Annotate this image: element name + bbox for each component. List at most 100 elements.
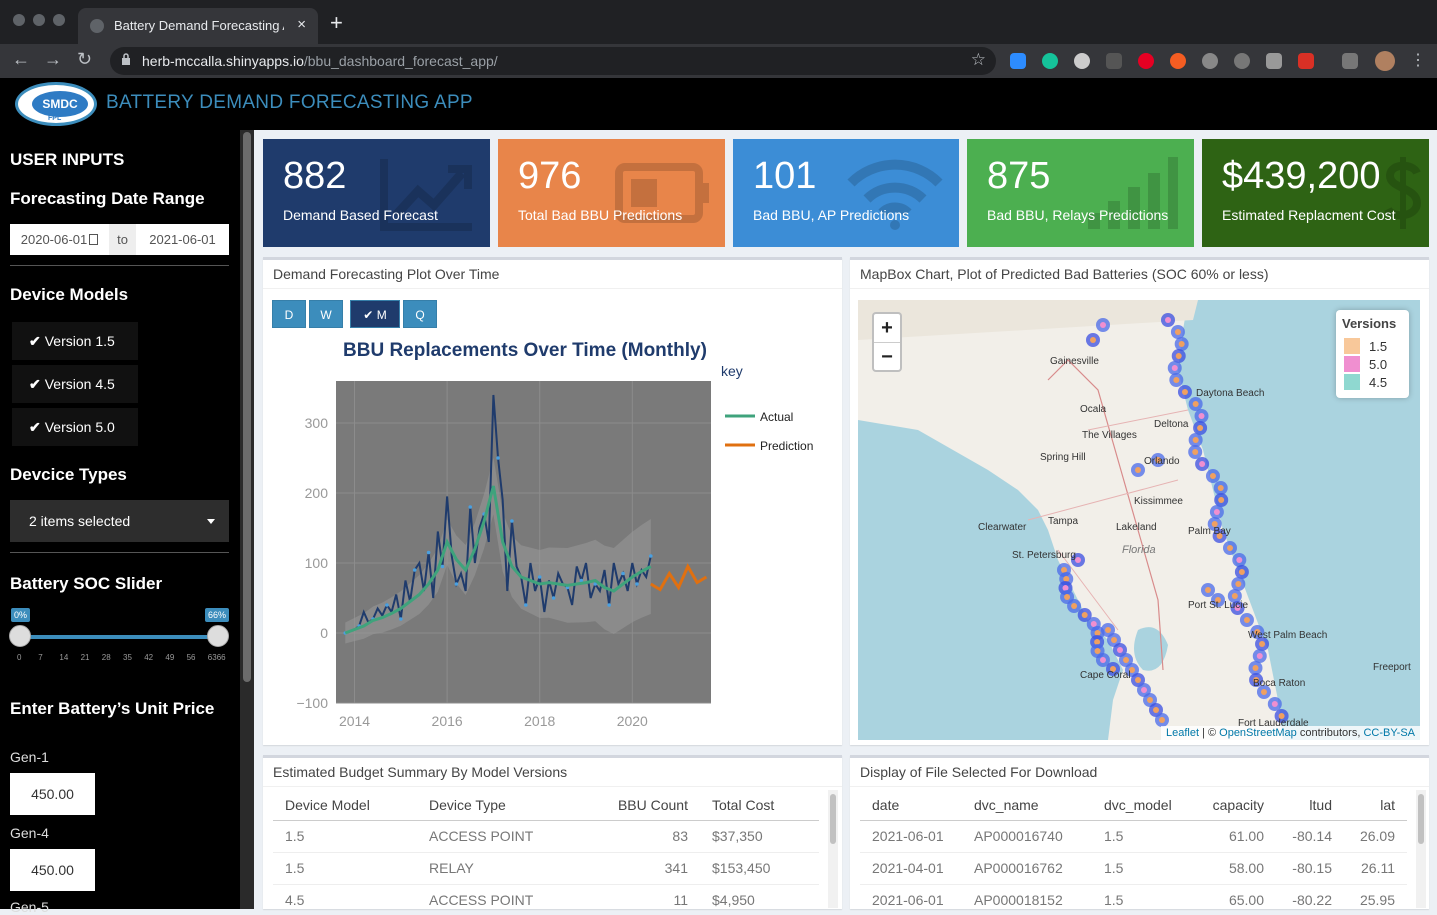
- gen1-price-input[interactable]: 450.00: [10, 773, 95, 815]
- chart-title: BBU Replacements Over Time (Monthly): [343, 340, 707, 361]
- profile-avatar[interactable]: [1375, 51, 1395, 71]
- battery-marker-core: [1199, 461, 1206, 467]
- battery-marker-core: [1071, 603, 1078, 609]
- table-cell: 2021-06-01: [860, 884, 962, 909]
- soc-slider-fill: [20, 635, 218, 639]
- raw-point: [440, 564, 445, 569]
- target-extension-icon[interactable]: [1234, 53, 1250, 69]
- city-label: Deltona: [1154, 419, 1189, 430]
- city-label: Ocala: [1080, 404, 1107, 415]
- forward-arrow-icon[interactable]: →: [44, 49, 62, 70]
- calendar-extension-icon[interactable]: [1298, 53, 1314, 69]
- checkmark-icon: ✔: [29, 419, 41, 435]
- circle-extension-icon[interactable]: [1074, 53, 1090, 69]
- new-tab-button[interactable]: +: [330, 10, 343, 36]
- table-row[interactable]: 4.5 ACCESS POINT 11 $4,950: [273, 884, 819, 909]
- column-header[interactable]: BBU Count: [592, 790, 700, 821]
- column-header[interactable]: date: [860, 790, 962, 821]
- model-version-1-5-toggle[interactable]: ✔ Version 1.5: [12, 322, 138, 360]
- date-start-input[interactable]: 2020-06-01: [10, 224, 109, 255]
- table-row[interactable]: 1.5 RELAY 341 $153,450: [273, 852, 819, 885]
- table-row[interactable]: 2021-06-01 AP000018152 1.5 65.00 -80.22 25.95: [860, 884, 1407, 909]
- divider: [10, 552, 229, 553]
- leaflet-link[interactable]: Leaflet: [1166, 727, 1199, 739]
- model-version-5-0-toggle[interactable]: ✔ Version 5.0: [12, 408, 138, 446]
- calendar-icon: [89, 234, 99, 245]
- panel-title: Demand Forecasting Plot Over Time: [273, 266, 500, 282]
- gen4-price-input[interactable]: 450.00: [10, 849, 95, 891]
- range-button-day[interactable]: D: [272, 300, 306, 328]
- battery-marker-core: [1209, 473, 1216, 479]
- window-close-button[interactable]: [13, 14, 25, 26]
- forecast-panel: Demand Forecasting Plot Over Time D W ✔ …: [263, 257, 842, 745]
- checkmark-icon: ✔: [363, 308, 374, 322]
- sidebar-scrollbar[interactable]: [240, 130, 254, 909]
- leaflet-map[interactable]: Gainesville Ocala The Villages Deltona Dayto…: [858, 300, 1420, 740]
- device-types-value: 2 items selected: [29, 513, 131, 529]
- browser-tab[interactable]: Battery Demand Forecasting App ×: [78, 8, 318, 44]
- zoom-extension-icon[interactable]: [1010, 53, 1026, 69]
- column-header[interactable]: ltud: [1276, 790, 1344, 821]
- value-box-cost: $439,200 Estimated Replacment Cost: [1202, 139, 1429, 247]
- battery-marker-core: [1192, 401, 1199, 407]
- soc-slider-high-handle[interactable]: [207, 625, 229, 647]
- scroll-thumb[interactable]: [1418, 794, 1424, 844]
- grammarly-extension-icon[interactable]: [1042, 53, 1058, 69]
- bookmark-star-icon[interactable]: ☆: [971, 50, 986, 70]
- city-label: Kissimmee: [1134, 496, 1183, 507]
- raw-point: [426, 550, 431, 555]
- device-types-select[interactable]: 2 items selected: [10, 500, 229, 542]
- budget-panel: Estimated Budget Summary By Model Versio…: [263, 755, 842, 909]
- panel-title: Estimated Budget Summary By Model Versio…: [273, 764, 568, 780]
- date-start-value: 2020-06-01: [20, 232, 88, 247]
- soc-slider-low-handle[interactable]: [9, 625, 31, 647]
- window-zoom-button[interactable]: [53, 14, 65, 26]
- column-header[interactable]: Total Cost: [700, 790, 819, 821]
- sidebar-scroll-thumb[interactable]: [243, 132, 251, 682]
- date-end-input[interactable]: 2021-06-01: [136, 224, 229, 255]
- range-button-week[interactable]: W: [309, 300, 343, 328]
- table-row[interactable]: 1.5 ACCESS POINT 83 $37,350: [273, 820, 819, 853]
- range-button-quarter[interactable]: Q: [403, 300, 437, 328]
- range-button-month[interactable]: ✔ M: [350, 300, 400, 328]
- brave-extension-icon[interactable]: [1170, 53, 1186, 69]
- browser-tab-bar: Battery Demand Forecasting App × +: [0, 0, 1437, 44]
- column-header[interactable]: capacity: [1190, 790, 1276, 821]
- column-header[interactable]: Device Model: [273, 790, 417, 821]
- table-cell: 1.5: [1092, 852, 1190, 885]
- y-tick-label: −100: [296, 695, 328, 711]
- reload-icon[interactable]: ↻: [77, 49, 92, 70]
- zoom-out-button[interactable]: −: [874, 342, 900, 370]
- back-arrow-icon[interactable]: ←: [12, 49, 30, 70]
- attribution-text: contributors,: [1296, 727, 1364, 739]
- map-legend: Versions 1.5 5.0 4.5: [1336, 310, 1409, 398]
- battery-marker-core: [1090, 621, 1097, 627]
- column-header[interactable]: Device Type: [417, 790, 592, 821]
- column-header[interactable]: dvc_name: [962, 790, 1092, 821]
- x-tick-label: 2014: [339, 713, 370, 729]
- file-table-scrollbar[interactable]: [1416, 790, 1426, 908]
- column-header[interactable]: dvc_model: [1092, 790, 1190, 821]
- pinterest-extension-icon[interactable]: [1138, 53, 1154, 69]
- scroll-thumb[interactable]: [830, 794, 836, 844]
- budget-table-scrollbar[interactable]: [828, 790, 838, 908]
- model-version-4-5-toggle[interactable]: ✔ Version 4.5: [12, 365, 138, 403]
- media-queue-icon[interactable]: [1342, 53, 1358, 69]
- table-row[interactable]: 2021-06-01 AP000016740 1.5 61.00 -80.14 26.09: [860, 820, 1407, 853]
- forecast-chart[interactable]: −100 0 100 200 300 2014 2016 2018 2020 key Actual P…: [263, 360, 842, 740]
- layers-extension-icon[interactable]: [1106, 53, 1122, 69]
- react-extension-icon[interactable]: [1202, 53, 1218, 69]
- puzzle-extension-icon[interactable]: [1266, 53, 1282, 69]
- cc-link[interactable]: CC-BY-SA: [1363, 727, 1415, 739]
- column-header[interactable]: lat: [1344, 790, 1407, 821]
- more-menu-icon[interactable]: ⋮: [1410, 50, 1426, 70]
- soc-slider-ticks: 0 7 14 21 28 35 42 49 56 6366: [14, 653, 229, 665]
- table-cell: ACCESS POINT: [417, 820, 592, 853]
- tab-close-icon[interactable]: ×: [297, 16, 306, 33]
- osm-link[interactable]: OpenStreetMap: [1219, 727, 1297, 739]
- zoom-in-button[interactable]: +: [874, 314, 900, 342]
- window-minimize-button[interactable]: [33, 14, 45, 26]
- table-row[interactable]: 2021-04-01 AP000016762 1.5 58.00 -80.15 26.11: [860, 852, 1407, 885]
- address-bar[interactable]: herb-mccalla.shinyapps.io/bbu_dashboard_…: [110, 47, 996, 75]
- gen5-label: Gen-5: [10, 899, 49, 915]
